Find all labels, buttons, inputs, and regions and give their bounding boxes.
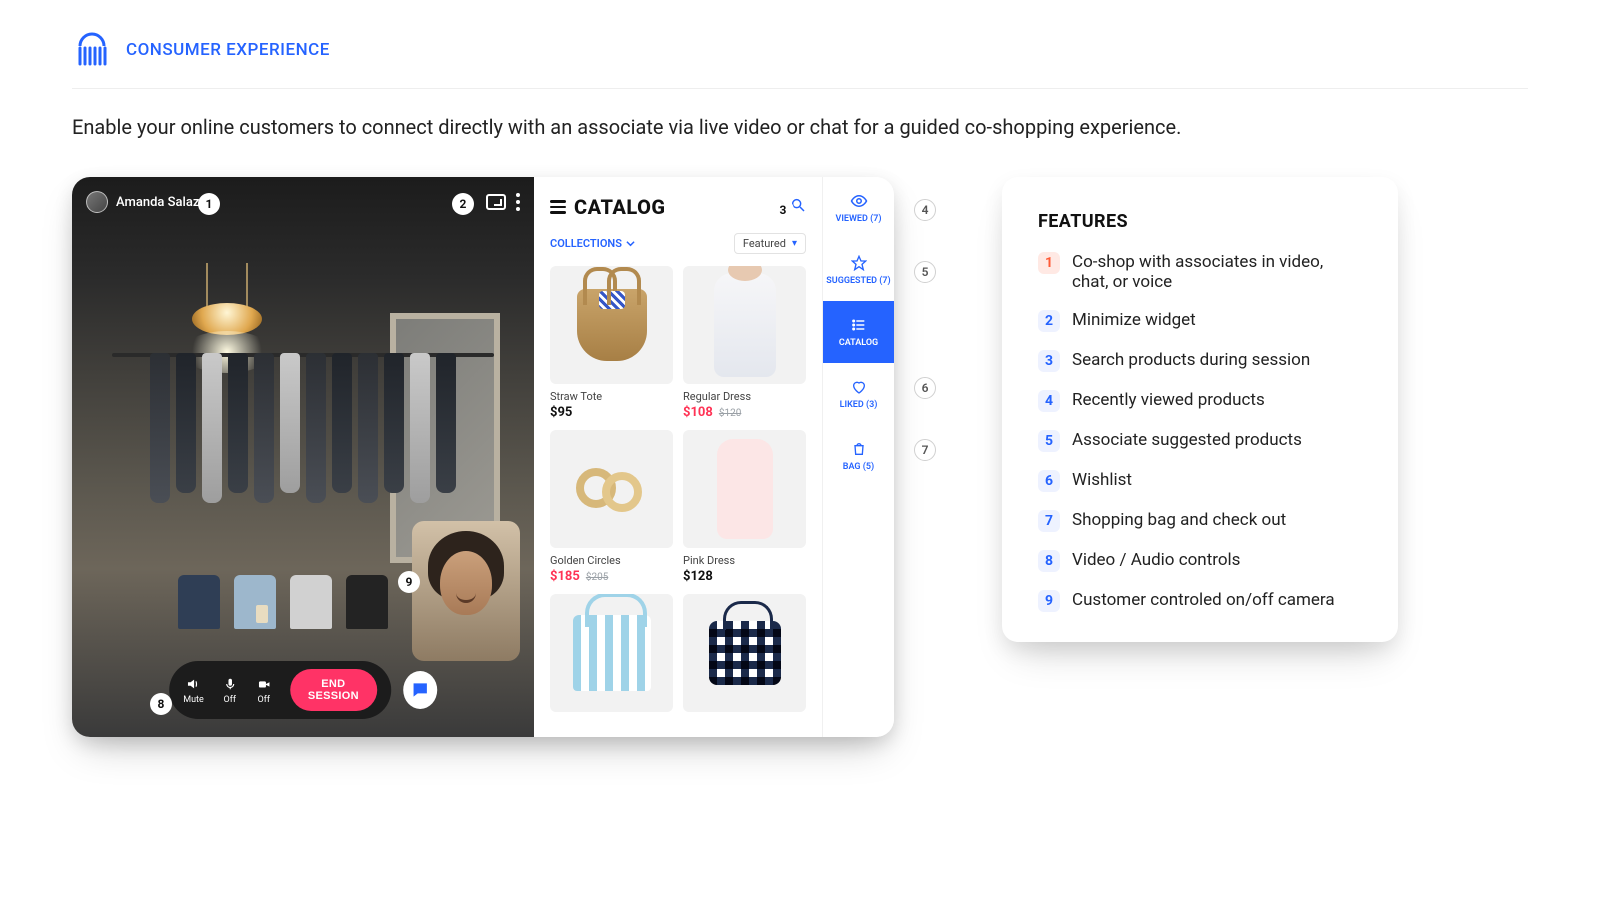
tab-bag[interactable]: BAG (5) (823, 425, 894, 487)
product-name: Regular Dress (683, 390, 806, 403)
end-session-button[interactable]: END SESSION (290, 669, 377, 711)
page-title: CONSUMER EXPERIENCE (126, 40, 330, 60)
callout-badge: 7 (914, 439, 936, 461)
session-sidebar: VIEWED (7) SUGGESTED (7) CATALOG LIKED (… (822, 177, 894, 737)
product-name: Golden Circles (550, 554, 673, 567)
list-icon (850, 316, 868, 334)
sort-dropdown[interactable]: Featured ▾ (734, 233, 806, 254)
page-header: CONSUMER EXPERIENCE (72, 30, 1528, 89)
product-card[interactable] (550, 594, 673, 712)
callout-badge: 9 (398, 571, 420, 593)
feature-item: 2Minimize widget (1038, 310, 1362, 332)
product-old-price: $120 (719, 408, 741, 419)
callout-badge: 6 (914, 377, 936, 399)
callout-badge: 2 (452, 193, 474, 215)
speaker-icon (185, 676, 201, 692)
customer-self-view[interactable] (412, 521, 520, 661)
shopping-bag-icon (850, 440, 868, 458)
product-card[interactable]: Pink Dress $128 (683, 430, 806, 584)
product-price: $128 (683, 569, 713, 584)
features-card: FEATURES 1Co-shop with associates in vid… (1002, 177, 1398, 642)
mic-button[interactable]: Off (222, 676, 238, 705)
product-card[interactable]: Regular Dress $108 $120 (683, 266, 806, 420)
microphone-icon (222, 676, 238, 692)
tab-liked[interactable]: LIKED (3) (823, 363, 894, 425)
callout-badge: 1 (198, 193, 220, 215)
heart-icon (850, 378, 868, 396)
product-mockup: Amanda Salazar (72, 177, 942, 737)
feature-item: 7Shopping bag and check out (1038, 510, 1362, 532)
features-list: 1Co-shop with associates in video, chat,… (1038, 252, 1362, 612)
brand-logo-icon (72, 30, 112, 70)
callout-badge: 3 (772, 199, 794, 221)
catalog-menu-icon[interactable] (550, 200, 566, 214)
product-price: $108 (683, 405, 713, 420)
associate-avatar (86, 191, 108, 213)
video-call-pane: Amanda Salazar (72, 177, 534, 737)
product-name: Pink Dress (683, 554, 806, 567)
catalog-pane: CATALOG COLLECTIONS Featured (534, 177, 822, 737)
product-card[interactable] (683, 594, 806, 712)
product-price: $185 (550, 569, 580, 584)
feature-item: 9Customer controled on/off camera (1038, 590, 1362, 612)
feature-item: 1Co-shop with associates in video, chat,… (1038, 252, 1362, 292)
feature-item: 8Video / Audio controls (1038, 550, 1362, 572)
associate-identity: Amanda Salazar (86, 191, 211, 213)
minimize-widget-icon[interactable] (486, 194, 506, 210)
callout-badge: 4 (914, 199, 936, 221)
feature-item: 6Wishlist (1038, 470, 1362, 492)
callout-badge: 5 (914, 261, 936, 283)
collections-dropdown[interactable]: COLLECTIONS (550, 237, 635, 250)
product-old-price: $205 (586, 572, 608, 583)
open-chat-button[interactable] (403, 671, 437, 709)
chevron-down-icon (626, 239, 635, 248)
tab-catalog[interactable]: CATALOG (823, 301, 894, 363)
camera-button[interactable]: Off (256, 676, 272, 705)
page-description: Enable your online customers to connect … (72, 115, 1528, 139)
product-card[interactable]: Straw Tote $95 (550, 266, 673, 420)
video-control-bar: Mute Off (169, 661, 437, 719)
associate-name: Amanda Salazar (116, 195, 211, 210)
catalog-title: CATALOG (574, 195, 666, 219)
feature-item: 5Associate suggested products (1038, 430, 1362, 452)
mute-button[interactable]: Mute (183, 676, 204, 705)
eye-icon (850, 192, 868, 210)
feature-item: 4Recently viewed products (1038, 390, 1362, 412)
chevron-down-icon: ▾ (792, 238, 797, 249)
star-icon (850, 254, 868, 272)
camera-icon (256, 676, 272, 692)
features-heading: FEATURES (1038, 211, 1362, 232)
product-price: $95 (550, 405, 572, 420)
feature-item: 3Search products during session (1038, 350, 1362, 372)
tab-suggested[interactable]: SUGGESTED (7) (823, 239, 894, 301)
tab-viewed[interactable]: VIEWED (7) (823, 177, 894, 239)
product-name: Straw Tote (550, 390, 673, 403)
callout-badge: 8 (150, 693, 172, 715)
product-card[interactable]: Golden Circles $185 $205 (550, 430, 673, 584)
more-options-icon[interactable] (516, 193, 520, 211)
